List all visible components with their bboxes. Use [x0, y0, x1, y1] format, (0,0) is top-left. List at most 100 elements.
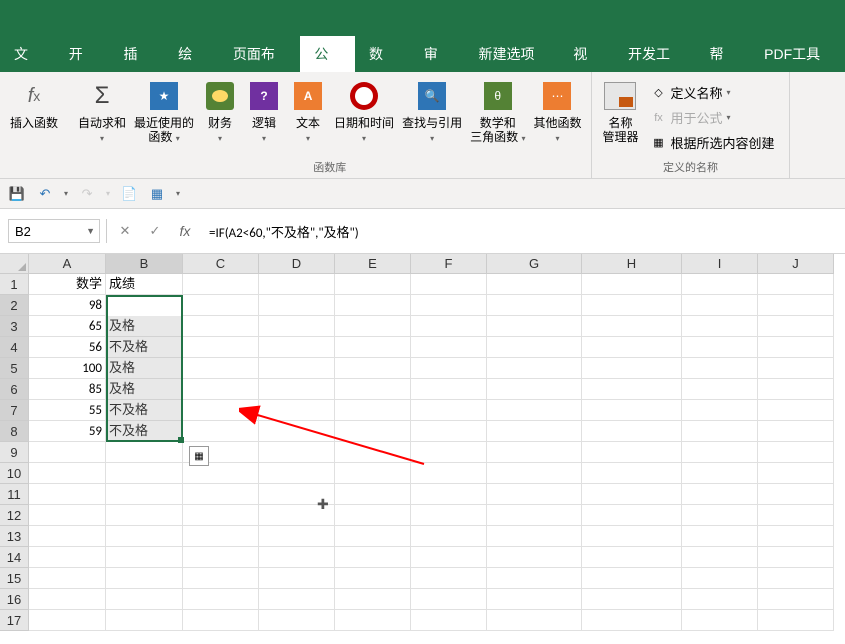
cell-H1[interactable] — [582, 274, 682, 295]
cell-J2[interactable] — [758, 295, 834, 316]
cell-J8[interactable] — [758, 421, 834, 442]
row-header-15[interactable]: 15 — [0, 568, 29, 589]
cell-A2[interactable]: 98 — [29, 295, 106, 316]
row-header-4[interactable]: 4 — [0, 337, 29, 358]
cell-B16[interactable] — [106, 589, 183, 610]
cell-C13[interactable] — [183, 526, 259, 547]
name-box[interactable]: B2 ▼ — [8, 219, 100, 243]
cell-B4[interactable]: 不及格 — [106, 337, 183, 358]
cell-E9[interactable] — [335, 442, 411, 463]
cell-I5[interactable] — [682, 358, 758, 379]
cell-E2[interactable] — [335, 295, 411, 316]
cell-I8[interactable] — [682, 421, 758, 442]
cell-E17[interactable] — [335, 610, 411, 631]
cell-B12[interactable] — [106, 505, 183, 526]
cell-C12[interactable] — [183, 505, 259, 526]
row-header-17[interactable]: 17 — [0, 610, 29, 631]
cell-A9[interactable] — [29, 442, 106, 463]
cell-I14[interactable] — [682, 547, 758, 568]
cell-J11[interactable] — [758, 484, 834, 505]
cell-E4[interactable] — [335, 337, 411, 358]
cell-B15[interactable] — [106, 568, 183, 589]
cell-F3[interactable] — [411, 316, 487, 337]
cell-G11[interactable] — [487, 484, 582, 505]
cell-D15[interactable] — [259, 568, 335, 589]
cell-H2[interactable] — [582, 295, 682, 316]
cell-I1[interactable] — [682, 274, 758, 295]
cell-H8[interactable] — [582, 421, 682, 442]
cell-G3[interactable] — [487, 316, 582, 337]
cell-E6[interactable] — [335, 379, 411, 400]
cell-F14[interactable] — [411, 547, 487, 568]
cell-I6[interactable] — [682, 379, 758, 400]
cell-C16[interactable] — [183, 589, 259, 610]
cell-F2[interactable] — [411, 295, 487, 316]
cell-I17[interactable] — [682, 610, 758, 631]
cell-C7[interactable] — [183, 400, 259, 421]
cell-C17[interactable] — [183, 610, 259, 631]
cell-D16[interactable] — [259, 589, 335, 610]
cell-A15[interactable] — [29, 568, 106, 589]
cell-H4[interactable] — [582, 337, 682, 358]
cell-I3[interactable] — [682, 316, 758, 337]
cell-G15[interactable] — [487, 568, 582, 589]
cell-D10[interactable] — [259, 463, 335, 484]
tab-file[interactable]: 文件 — [0, 36, 55, 72]
row-header-14[interactable]: 14 — [0, 547, 29, 568]
cell-G9[interactable] — [487, 442, 582, 463]
cell-J6[interactable] — [758, 379, 834, 400]
cell-I15[interactable] — [682, 568, 758, 589]
cell-G2[interactable] — [487, 295, 582, 316]
cell-H10[interactable] — [582, 463, 682, 484]
text-button[interactable]: A 文本▾ — [286, 76, 330, 148]
cell-A7[interactable]: 55 — [29, 400, 106, 421]
row-header-12[interactable]: 12 — [0, 505, 29, 526]
cell-H16[interactable] — [582, 589, 682, 610]
cell-H15[interactable] — [582, 568, 682, 589]
cell-I9[interactable] — [682, 442, 758, 463]
cell-A14[interactable] — [29, 547, 106, 568]
cell-B6[interactable]: 及格 — [106, 379, 183, 400]
cell-D17[interactable] — [259, 610, 335, 631]
math-button[interactable]: θ 数学和 三角函数 ▾ — [466, 76, 529, 148]
redo-dropdown[interactable]: ▾ — [106, 189, 110, 198]
chevron-down-icon[interactable]: ▼ — [86, 226, 95, 236]
cell-C1[interactable] — [183, 274, 259, 295]
cell-J10[interactable] — [758, 463, 834, 484]
cell-C11[interactable] — [183, 484, 259, 505]
cell-G8[interactable] — [487, 421, 582, 442]
cell-F11[interactable] — [411, 484, 487, 505]
cell-G12[interactable] — [487, 505, 582, 526]
row-header-10[interactable]: 10 — [0, 463, 29, 484]
tab-data[interactable]: 数据 — [355, 36, 410, 72]
cell-A16[interactable] — [29, 589, 106, 610]
tab-view[interactable]: 视图 — [559, 36, 614, 72]
cell-C4[interactable] — [183, 337, 259, 358]
cell-F13[interactable] — [411, 526, 487, 547]
cell-D13[interactable] — [259, 526, 335, 547]
cell-D14[interactable] — [259, 547, 335, 568]
cell-A11[interactable] — [29, 484, 106, 505]
cell-F6[interactable] — [411, 379, 487, 400]
cell-G1[interactable] — [487, 274, 582, 295]
accept-formula-button[interactable]: ✓ — [143, 219, 167, 243]
cancel-formula-button[interactable]: ✕ — [113, 219, 137, 243]
cell-J9[interactable] — [758, 442, 834, 463]
cell-G4[interactable] — [487, 337, 582, 358]
row-header-11[interactable]: 11 — [0, 484, 29, 505]
cell-J7[interactable] — [758, 400, 834, 421]
cell-F12[interactable] — [411, 505, 487, 526]
autofill-options-button[interactable]: ▦ — [189, 446, 209, 466]
cell-H5[interactable] — [582, 358, 682, 379]
row-header-7[interactable]: 7 — [0, 400, 29, 421]
cell-A4[interactable]: 56 — [29, 337, 106, 358]
cell-A5[interactable]: 100 — [29, 358, 106, 379]
cell-E10[interactable] — [335, 463, 411, 484]
column-header-G[interactable]: G — [487, 254, 582, 274]
cell-C5[interactable] — [183, 358, 259, 379]
select-all-cell[interactable] — [0, 254, 29, 274]
logical-button[interactable]: ? 逻辑▾ — [242, 76, 286, 148]
cell-B13[interactable] — [106, 526, 183, 547]
column-header-D[interactable]: D — [259, 254, 335, 274]
tab-review[interactable]: 审阅 — [410, 36, 465, 72]
